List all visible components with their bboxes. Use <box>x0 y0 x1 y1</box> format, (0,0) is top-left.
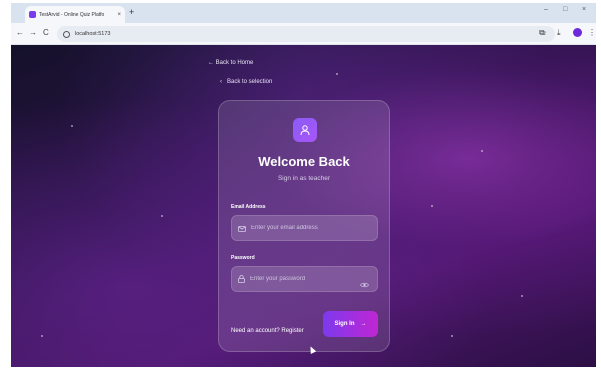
new-tab-button[interactable]: + <box>129 7 134 17</box>
background-star <box>71 125 73 127</box>
page-title: Welcome Back <box>258 154 350 169</box>
back-to-home-link[interactable]: ← Back to Home <box>208 60 253 66</box>
browser-toolbar: ← → C localhost:5173 ☆ ⧉ ⤓ ⋮ <box>11 23 596 45</box>
reload-icon[interactable]: C <box>43 28 49 38</box>
profile-avatar[interactable] <box>573 28 582 37</box>
background-star <box>161 215 163 217</box>
arrow-right-icon: → <box>360 321 367 327</box>
site-info-icon[interactable] <box>63 30 70 38</box>
back-arrow-icon[interactable]: ← <box>16 28 24 38</box>
minimize-icon[interactable]: – <box>544 6 548 13</box>
tab-strip: TestArvid - Online Quiz Platfo × + – □ × <box>11 3 596 23</box>
extensions-icon[interactable]: ⧉ <box>539 28 545 38</box>
window-close-icon[interactable]: × <box>582 6 586 13</box>
email-input[interactable] <box>251 225 361 231</box>
email-field-container[interactable] <box>231 215 378 241</box>
url-text: localhost:5173 <box>75 31 111 37</box>
background-star <box>521 295 523 297</box>
mail-icon <box>238 219 246 237</box>
tab-title: TestArvid - Online Quiz Platfo <box>39 11 105 18</box>
favicon-icon <box>29 11 36 18</box>
background-star <box>336 73 338 75</box>
page-subtitle: Sign in as teacher <box>277 175 331 182</box>
lock-icon <box>238 270 245 288</box>
show-password-eye-icon[interactable] <box>360 275 369 293</box>
browser-window: TestArvid - Online Quiz Platfo × + – □ ×… <box>11 3 596 367</box>
back-to-selection-link[interactable]: ‹ Back to selection <box>220 79 272 85</box>
background-star <box>481 150 483 152</box>
browser-tab[interactable]: TestArvid - Online Quiz Platfo × <box>25 6 125 23</box>
page-viewport: ← Back to Home ‹ Back to selection Welco… <box>11 45 596 367</box>
background-star <box>41 335 43 337</box>
email-label: Email Address <box>231 204 266 210</box>
tab-close-icon[interactable]: × <box>117 12 121 18</box>
maximize-icon[interactable]: □ <box>563 6 567 13</box>
address-bar[interactable]: localhost:5173 ☆ <box>57 26 555 42</box>
user-icon <box>293 118 317 142</box>
register-link[interactable]: Need an account? Register <box>231 328 304 334</box>
password-label: Password <box>231 255 255 261</box>
background-star <box>431 205 433 207</box>
password-input[interactable] <box>250 276 360 282</box>
sign-in-label: Sign In <box>334 321 355 327</box>
chevron-left-icon: ‹ <box>220 79 222 85</box>
back-to-selection-label: Back to selection <box>227 79 273 85</box>
background-star <box>451 335 453 337</box>
password-field-container[interactable] <box>231 266 378 292</box>
menu-icon[interactable]: ⋮ <box>588 28 596 38</box>
download-icon[interactable]: ⤓ <box>557 28 561 38</box>
forward-arrow-icon[interactable]: → <box>29 28 37 38</box>
sign-in-button[interactable]: Sign In → <box>323 311 378 337</box>
login-card: Welcome Back Sign in as teacher Email Ad… <box>218 100 390 352</box>
